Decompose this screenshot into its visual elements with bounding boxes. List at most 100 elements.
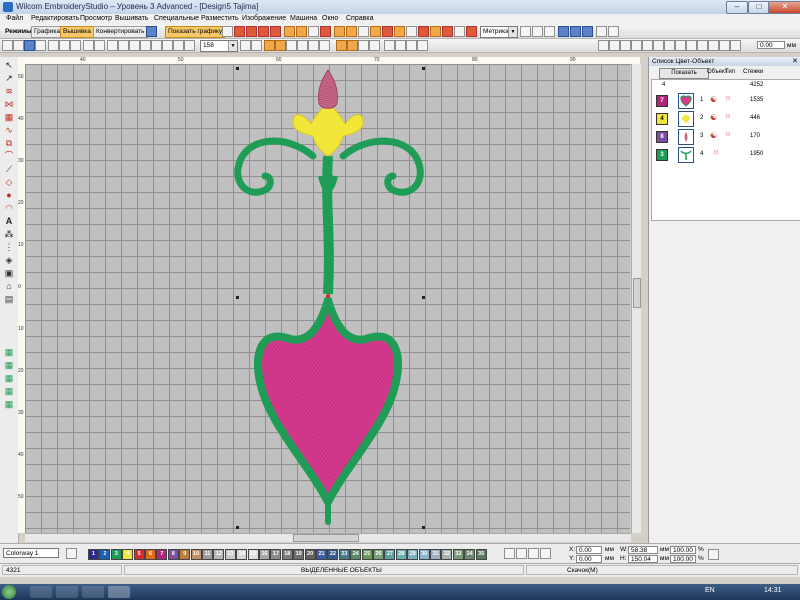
colorway-select[interactable]: Colorway 1 xyxy=(3,548,59,558)
palette-color-14[interactable]: 14 xyxy=(236,549,248,560)
size-icon[interactable] xyxy=(598,40,609,51)
palette-color-35[interactable]: 35 xyxy=(475,549,487,560)
palette-color-19[interactable]: 19 xyxy=(293,549,305,560)
tool-o-icon[interactable] xyxy=(544,26,555,37)
view-i-icon[interactable] xyxy=(336,40,347,51)
view-e-icon[interactable] xyxy=(286,40,297,51)
size-input[interactable]: 0.00 xyxy=(757,41,785,49)
satin-tool-icon[interactable]: ⋈ xyxy=(3,99,15,109)
pointer-icon[interactable]: ↖ xyxy=(3,60,15,70)
view-p-icon[interactable] xyxy=(417,40,428,51)
scale-x-input[interactable]: 100.00 xyxy=(670,546,696,554)
view-d-icon[interactable] xyxy=(275,40,286,51)
tool-c-icon[interactable] xyxy=(358,26,369,37)
palette-color-4[interactable]: 4 xyxy=(122,549,134,560)
lock-proportions-icon[interactable] xyxy=(708,549,719,560)
selection-handle[interactable] xyxy=(422,67,425,70)
convert-mode-button[interactable]: Конвертировать xyxy=(93,26,148,38)
menu-image[interactable]: Изображение xyxy=(242,15,286,22)
size-k-icon[interactable] xyxy=(708,40,719,51)
palette-nav-icon[interactable] xyxy=(504,548,515,559)
palette-color-24[interactable]: 24 xyxy=(350,549,362,560)
view-f-icon[interactable] xyxy=(297,40,308,51)
list-item[interactable]: 4 2 ☯ ⦙⦙⦙ 446 xyxy=(652,110,800,128)
zoom-combo[interactable]: 158 ▼ xyxy=(200,40,238,52)
tool-j-icon[interactable] xyxy=(442,26,453,37)
palette-color-17[interactable]: 17 xyxy=(270,549,282,560)
palette-color-9[interactable]: 9 xyxy=(179,549,191,560)
palette-color-34[interactable]: 34 xyxy=(464,549,476,560)
menu-help[interactable]: Справка xyxy=(346,15,373,22)
size-b-icon[interactable] xyxy=(609,40,620,51)
tool-q-icon[interactable] xyxy=(570,26,581,37)
polyline-tool-icon[interactable]: ⟋ xyxy=(3,164,15,174)
view-l-icon[interactable] xyxy=(369,40,380,51)
zoom-in-icon[interactable] xyxy=(107,40,118,51)
menu-machine[interactable]: Машина xyxy=(290,15,317,22)
palette-color-26[interactable]: 26 xyxy=(373,549,384,560)
palette-color-32[interactable]: 32 xyxy=(441,549,453,560)
size-f-icon[interactable] xyxy=(653,40,664,51)
palette-color-11[interactable]: 11 xyxy=(202,549,213,560)
palette-color-20[interactable]: 20 xyxy=(304,549,316,560)
size-c-icon[interactable] xyxy=(620,40,631,51)
list-item[interactable]: 8 3 ☯ ⦙⦙⦙ 170 xyxy=(652,128,800,146)
tool-t-icon[interactable] xyxy=(608,26,619,37)
units-combo[interactable]: Метрика ▼ xyxy=(480,26,518,38)
grid-c-icon[interactable]: ▦ xyxy=(3,373,15,383)
measure-icon[interactable] xyxy=(173,40,184,51)
width-input[interactable]: 58.38 xyxy=(628,546,658,554)
column-tool-icon[interactable]: ⧉ xyxy=(3,138,15,148)
y-input[interactable]: 0.00 xyxy=(576,555,602,563)
selection-handle[interactable] xyxy=(236,526,239,529)
palette-color-5[interactable]: 5 xyxy=(133,549,145,560)
zoom-out-icon[interactable] xyxy=(118,40,129,51)
shape-tool-icon[interactable]: ◇ xyxy=(3,177,15,187)
list-item[interactable]: 7 1 ☯ ⦙⦙⦙ 1535 xyxy=(652,92,800,110)
tool-n-icon[interactable] xyxy=(532,26,543,37)
start-button[interactable] xyxy=(2,585,16,599)
horizontal-scroll-thumb[interactable] xyxy=(293,534,359,542)
applique-icon[interactable]: ▤ xyxy=(3,294,15,304)
textures-icon[interactable]: ⋮ xyxy=(3,242,15,252)
show-button[interactable]: Показать xyxy=(659,68,709,79)
hoop-icon[interactable] xyxy=(296,26,307,37)
tool-m-icon[interactable] xyxy=(520,26,531,37)
palette-color-30[interactable]: 30 xyxy=(418,549,430,560)
palette-color-21[interactable]: 21 xyxy=(316,549,327,560)
embroidery-mode-button[interactable]: Вышивка xyxy=(60,26,94,38)
list-item[interactable]: 3 4 ⦙⦙⦙ 1950 xyxy=(652,146,800,164)
fill-icon[interactable] xyxy=(246,26,257,37)
menu-view[interactable]: Просмотр xyxy=(80,15,112,22)
show-graphics-button[interactable]: Показать графику xyxy=(165,26,226,38)
cut-icon[interactable] xyxy=(48,40,59,51)
right-curl[interactable] xyxy=(339,137,424,196)
palette-color-10[interactable]: 10 xyxy=(190,549,202,560)
view-n-icon[interactable] xyxy=(395,40,406,51)
globe-icon[interactable] xyxy=(146,26,157,37)
palette-color-23[interactable]: 23 xyxy=(338,549,350,560)
selection-handle[interactable] xyxy=(236,67,239,70)
tool-p-icon[interactable] xyxy=(558,26,569,37)
size-h-icon[interactable] xyxy=(675,40,686,51)
tool-l-icon[interactable] xyxy=(466,26,477,37)
x-input[interactable]: 0.00 xyxy=(576,546,602,554)
view-j-icon[interactable] xyxy=(347,40,358,51)
arc-tool-icon[interactable]: ◠ xyxy=(3,203,15,213)
design-canvas[interactable] xyxy=(25,64,630,533)
size-m-icon[interactable] xyxy=(730,40,741,51)
horizontal-scrollbar[interactable] xyxy=(25,533,631,542)
stitch-icon[interactable] xyxy=(320,26,331,37)
pink-heart[interactable] xyxy=(254,296,402,506)
reshape-icon[interactable]: ↗ xyxy=(3,73,15,83)
select-icon[interactable] xyxy=(222,26,233,37)
palette-color-18[interactable]: 18 xyxy=(281,549,293,560)
palette-color-16[interactable]: 16 xyxy=(259,549,270,560)
zoom-box-icon[interactable] xyxy=(129,40,140,51)
eraser-icon[interactable]: ◈ xyxy=(3,255,15,265)
size-d-icon[interactable] xyxy=(631,40,642,51)
new-icon[interactable] xyxy=(2,40,13,51)
tatami-icon[interactable] xyxy=(270,26,281,37)
view-m-icon[interactable] xyxy=(384,40,395,51)
palette-color-12[interactable]: 12 xyxy=(213,549,225,560)
